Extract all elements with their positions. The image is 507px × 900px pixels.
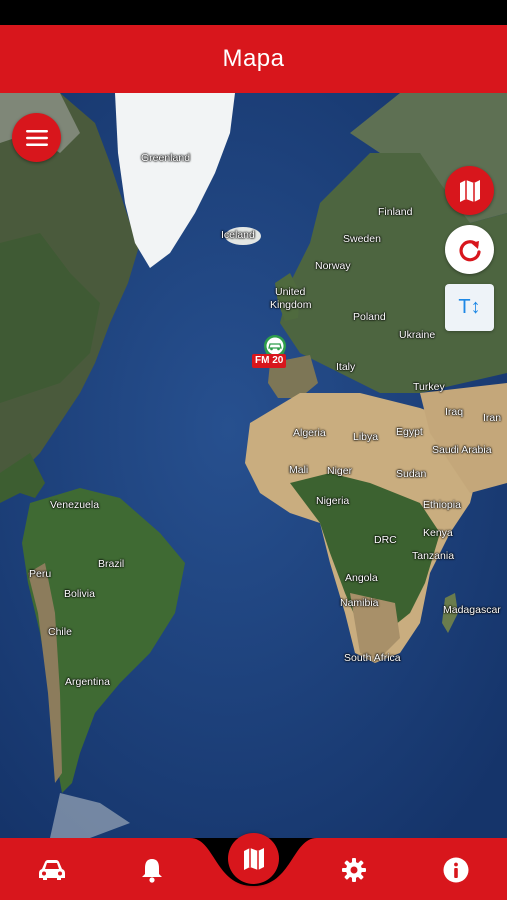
bell-icon bbox=[142, 859, 162, 883]
map-view[interactable]: Greenland Iceland Finland Sweden Norway … bbox=[0, 93, 507, 838]
nav-map-button[interactable] bbox=[228, 833, 279, 884]
map-label-turkey: Turkey bbox=[413, 381, 445, 393]
map-label-egypt: Egypt bbox=[396, 426, 423, 438]
hamburger-icon bbox=[25, 129, 48, 146]
map-label-sudan: Sudan bbox=[396, 468, 427, 480]
map-label-finland: Finland bbox=[378, 206, 413, 218]
map-label-nigeria: Nigeria bbox=[316, 495, 350, 507]
map-label-brazil: Brazil bbox=[98, 558, 125, 570]
map-label-greenland: Greenland bbox=[141, 152, 191, 164]
map-label-norway: Norway bbox=[315, 260, 351, 272]
status-bar bbox=[0, 0, 507, 25]
map-label-italy: Italy bbox=[336, 361, 356, 373]
map-label-kingdom: Kingdom bbox=[270, 299, 312, 311]
map-type-button[interactable] bbox=[445, 166, 494, 215]
map-icon bbox=[459, 179, 480, 202]
map-label-chile: Chile bbox=[48, 626, 72, 638]
map-label-libya: Libya bbox=[353, 431, 379, 443]
gear-icon bbox=[342, 858, 366, 882]
page-title: Mapa bbox=[222, 45, 285, 72]
bottom-nav bbox=[0, 833, 507, 900]
map-label-sweden: Sweden bbox=[343, 233, 381, 245]
map-label-poland: Poland bbox=[353, 311, 386, 323]
map-label-tanzania: Tanzania bbox=[412, 550, 455, 562]
satellite-map bbox=[0, 93, 507, 838]
map-label-south-africa: South Africa bbox=[344, 652, 401, 664]
map-label-bolivia: Bolivia bbox=[64, 588, 95, 600]
nav-settings-button[interactable] bbox=[336, 852, 372, 888]
map-label-iran: Iran bbox=[483, 412, 502, 424]
text-size-toggle-button[interactable]: T↕ bbox=[445, 284, 494, 331]
vehicle-plate-label[interactable]: FM 20 bbox=[252, 354, 287, 368]
map-label-ukraine: Ukraine bbox=[399, 329, 436, 341]
map-label-peru: Peru bbox=[29, 568, 52, 580]
map-label-madagascar: Madagascar bbox=[443, 604, 501, 616]
refresh-button[interactable] bbox=[445, 225, 494, 274]
map-label-mali: Mali bbox=[289, 464, 309, 476]
menu-button[interactable] bbox=[12, 113, 61, 162]
map-label-ethiopia: Ethiopia bbox=[423, 499, 461, 511]
map-label-argentina: Argentina bbox=[65, 676, 110, 688]
info-icon bbox=[443, 857, 469, 883]
map-icon bbox=[243, 847, 264, 870]
map-label-venezuela: Venezuela bbox=[50, 499, 100, 511]
refresh-icon bbox=[458, 239, 481, 261]
map-label-saudi-arabia: Saudi Arabia bbox=[432, 444, 492, 456]
map-label-drc: DRC bbox=[374, 534, 397, 546]
map-label-niger: Niger bbox=[327, 465, 353, 477]
map-label-kenya: Kenya bbox=[423, 527, 453, 539]
map-label-united: United bbox=[275, 286, 306, 298]
map-label-iceland: Iceland bbox=[221, 229, 255, 241]
map-label-angola: Angola bbox=[345, 572, 378, 584]
car-icon bbox=[39, 860, 65, 880]
map-label-namibia: Namibia bbox=[340, 597, 379, 609]
nav-info-button[interactable] bbox=[438, 852, 474, 888]
map-label-algeria: Algeria bbox=[293, 427, 326, 439]
map-label-iraq: Iraq bbox=[445, 406, 464, 418]
app-header: Mapa bbox=[0, 25, 507, 93]
nav-alerts-button[interactable] bbox=[134, 852, 170, 888]
nav-vehicles-button[interactable] bbox=[34, 852, 70, 888]
